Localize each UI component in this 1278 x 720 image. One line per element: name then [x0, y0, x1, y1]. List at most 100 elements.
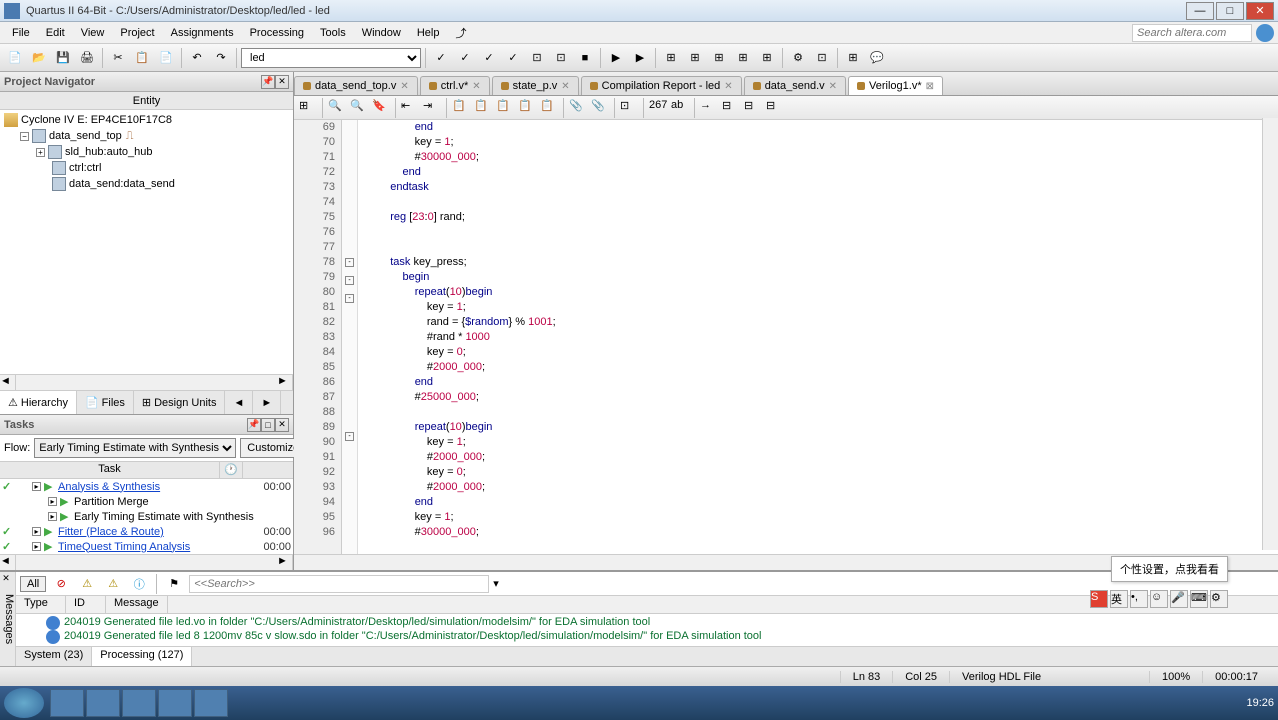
- nav-hscroll[interactable]: ◄►: [0, 374, 293, 390]
- taskbar-app-2[interactable]: [86, 689, 120, 717]
- fold-icon[interactable]: -: [345, 432, 354, 441]
- new-file-button[interactable]: 📄: [4, 47, 26, 69]
- file-tab[interactable]: data_send_top.v✕: [294, 76, 418, 95]
- tray-time[interactable]: 19:26: [1246, 697, 1274, 709]
- tree-top-module[interactable]: − data_send_top ⎍: [2, 128, 291, 144]
- ed-btn-a[interactable]: 📋: [451, 98, 471, 118]
- tasks-pin-button[interactable]: 📌: [247, 418, 261, 432]
- tool3-button[interactable]: ⊞: [708, 47, 730, 69]
- ed-btn-j[interactable]: ab: [670, 98, 690, 118]
- filter-info2-button[interactable]: ⓘ: [128, 573, 150, 595]
- fit-button[interactable]: ✓: [502, 47, 524, 69]
- search-dropdown-icon[interactable]: ▾: [493, 577, 499, 590]
- cut-button[interactable]: ✂: [107, 47, 129, 69]
- search-input[interactable]: [1132, 24, 1252, 42]
- print-button[interactable]: 🖨: [76, 47, 98, 69]
- file-tab[interactable]: state_p.v✕: [492, 76, 579, 95]
- ed-btn-1[interactable]: ⊞: [298, 98, 318, 118]
- expand-icon[interactable]: ▸: [48, 512, 57, 521]
- menu-view[interactable]: View: [73, 25, 113, 41]
- tab-close-icon[interactable]: ✕: [400, 81, 408, 92]
- redo-button[interactable]: ↷: [210, 47, 232, 69]
- messages-close-button[interactable]: ✕: [2, 574, 12, 584]
- file-tab[interactable]: Compilation Report - led✕: [581, 76, 742, 95]
- file-tab[interactable]: ctrl.v*✕: [420, 76, 490, 95]
- menu-edit[interactable]: Edit: [38, 25, 73, 41]
- taskbar-app-1[interactable]: [50, 689, 84, 717]
- tab-hierarchy[interactable]: ⚠ Hierarchy: [0, 391, 77, 414]
- tab-nav-left[interactable]: ◄: [225, 391, 253, 414]
- code-editor[interactable]: 6970717273747576777879808182838485868788…: [294, 120, 1278, 554]
- tool6-button[interactable]: ⚙: [787, 47, 809, 69]
- ed-btn-d[interactable]: 📋: [517, 98, 537, 118]
- message-row[interactable]: 204019 Generated file led.vo in folder "…: [18, 616, 1276, 630]
- run-button[interactable]: ▶: [605, 47, 627, 69]
- menu-processing[interactable]: Processing: [242, 25, 312, 41]
- messages-list[interactable]: 204019 Generated file led.vo in folder "…: [16, 614, 1278, 646]
- save-button[interactable]: 💾: [52, 47, 74, 69]
- tab-close-icon[interactable]: ✕: [829, 81, 837, 92]
- tab-close-icon[interactable]: ✕: [561, 81, 569, 92]
- menu-help[interactable]: Help: [409, 25, 448, 41]
- ime-mic-button[interactable]: 🎤: [1170, 590, 1188, 608]
- globe-icon[interactable]: [1256, 24, 1274, 42]
- ed-btn-h[interactable]: ⊡: [619, 98, 639, 118]
- ime-settings-button[interactable]: ⚙: [1210, 590, 1228, 608]
- ed-btn-e[interactable]: 📋: [539, 98, 559, 118]
- minimize-button[interactable]: —: [1186, 2, 1214, 20]
- ed-btn-m[interactable]: ⊟: [743, 98, 763, 118]
- tool2-button[interactable]: ⊞: [684, 47, 706, 69]
- help-button[interactable]: 💬: [866, 47, 888, 69]
- ime-keyboard-button[interactable]: ⌨: [1190, 590, 1208, 608]
- maximize-button[interactable]: □: [1216, 2, 1244, 20]
- task-row[interactable]: ✓▸▶Fitter (Place & Route)00:00: [0, 524, 293, 539]
- analyze-button[interactable]: ✓: [454, 47, 476, 69]
- filter-error-button[interactable]: ⊘: [50, 573, 72, 595]
- indent-right-button[interactable]: ⇥: [422, 98, 442, 118]
- tab-files[interactable]: 📄 Files: [77, 391, 134, 414]
- tab-processing[interactable]: Processing (127): [92, 647, 192, 666]
- bookmark-button[interactable]: 🔖: [371, 98, 391, 118]
- expand-icon[interactable]: +: [36, 148, 45, 157]
- fold-icon[interactable]: -: [345, 276, 354, 285]
- navigator-pin-button[interactable]: 📌: [261, 75, 275, 89]
- tab-nav-right[interactable]: ►: [253, 391, 281, 414]
- tool4-button[interactable]: ⊞: [732, 47, 754, 69]
- tab-close-icon[interactable]: ⊠: [926, 81, 934, 92]
- flow-select[interactable]: Early Timing Estimate with Synthesis: [34, 438, 236, 458]
- find-next-button[interactable]: 🔍: [349, 98, 369, 118]
- indent-left-button[interactable]: ⇤: [400, 98, 420, 118]
- tree-child[interactable]: ctrl:ctrl: [2, 160, 291, 176]
- copy-button[interactable]: 📋: [131, 47, 153, 69]
- ed-btn-g[interactable]: 📎: [590, 98, 610, 118]
- taskbar-app-3[interactable]: [122, 689, 156, 717]
- expand-icon[interactable]: ▸: [32, 527, 41, 536]
- find-button[interactable]: 🔍: [327, 98, 347, 118]
- ed-btn-c[interactable]: 📋: [495, 98, 515, 118]
- undo-button[interactable]: ↶: [186, 47, 208, 69]
- help-icon[interactable]: ⤴: [447, 23, 474, 43]
- tree-child[interactable]: data_send:data_send: [2, 176, 291, 192]
- tasks-maximize-button[interactable]: □: [261, 418, 275, 432]
- menu-project[interactable]: Project: [112, 25, 162, 41]
- ed-btn-k[interactable]: →: [699, 98, 719, 118]
- tab-close-icon[interactable]: ✕: [472, 81, 480, 92]
- ime-tooltip[interactable]: 个性设置，点我看看: [1111, 556, 1228, 582]
- menu-window[interactable]: Window: [354, 25, 409, 41]
- filter-info-button[interactable]: ⚠: [102, 573, 124, 595]
- tab-close-icon[interactable]: ✕: [724, 81, 732, 92]
- taskbar-app-5[interactable]: [194, 689, 228, 717]
- stop-button[interactable]: ■: [574, 47, 596, 69]
- ed-btn-b[interactable]: 📋: [473, 98, 493, 118]
- close-button[interactable]: ✕: [1246, 2, 1274, 20]
- tree-child[interactable]: + sld_hub:auto_hub: [2, 144, 291, 160]
- ed-btn-n[interactable]: ⊟: [765, 98, 785, 118]
- compile-button[interactable]: ✓: [430, 47, 452, 69]
- tool5-button[interactable]: ⊞: [756, 47, 778, 69]
- tool1-button[interactable]: ⊞: [660, 47, 682, 69]
- open-button[interactable]: 📂: [28, 47, 50, 69]
- file-tab[interactable]: Verilog1.v*⊠: [848, 76, 943, 95]
- timing-button[interactable]: ⊡: [526, 47, 548, 69]
- collapse-icon[interactable]: −: [20, 132, 29, 141]
- expand-icon[interactable]: ▸: [32, 482, 41, 491]
